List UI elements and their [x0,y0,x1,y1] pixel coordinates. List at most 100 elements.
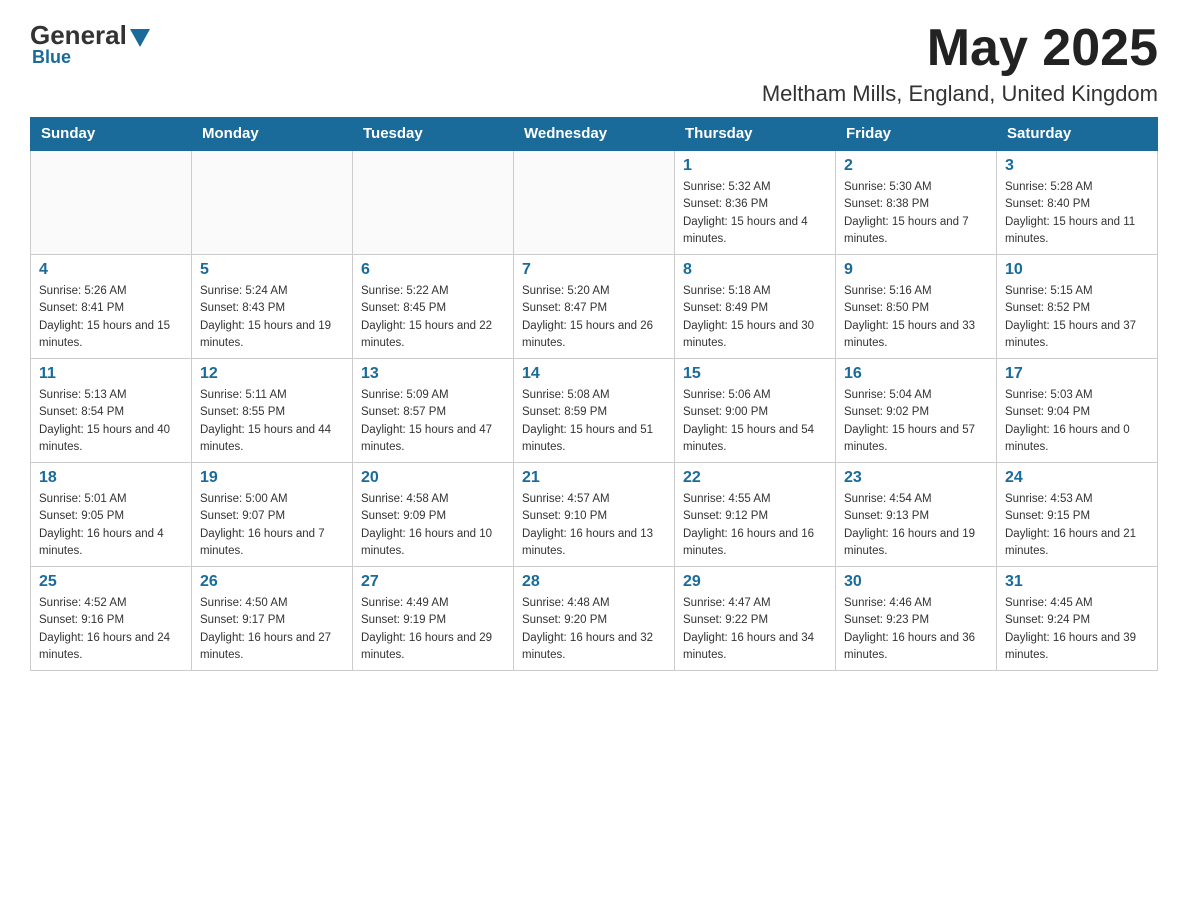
day-info: Sunrise: 4:54 AMSunset: 9:13 PMDaylight:… [844,491,988,560]
day-number: 23 [844,469,988,487]
day-number: 24 [1005,469,1149,487]
day-info: Sunrise: 4:57 AMSunset: 9:10 PMDaylight:… [522,491,666,560]
calendar-cell: 5 Sunrise: 5:24 AMSunset: 8:43 PMDaylight… [192,255,353,359]
calendar-cell: 7Sunrise: 5:20 AMSunset: 8:47 PMDaylight… [514,255,675,359]
calendar-cell: 23 Sunrise: 4:54 AMSunset: 9:13 PMDayligh… [836,463,997,567]
day-number: 20 [361,469,505,487]
calendar-cell: 31 Sunrise: 4:45 AMSunset: 9:24 PMDayligh… [997,567,1158,671]
calendar-cell: 2 Sunrise: 5:30 AMSunset: 8:38 PMDaylight… [836,151,997,255]
location-title: Meltham Mills, England, United Kingdom [762,81,1158,107]
calendar-cell: 1Sunrise: 5:32 AMSunset: 8:36 PMDaylight… [675,151,836,255]
day-info: Sunrise: 5:03 AMSunset: 9:04 PMDaylight:… [1005,387,1149,456]
day-info: Sunrise: 4:52 AMSunset: 9:16 PMDaylight:… [39,595,183,664]
calendar-cell: 27 Sunrise: 4:49 AMSunset: 9:19 PMDayligh… [353,567,514,671]
day-info: Sunrise: 4:49 AMSunset: 9:19 PMDaylight:… [361,595,505,664]
calendar-cell: 14 Sunrise: 5:08 AMSunset: 8:59 PMDayligh… [514,359,675,463]
day-info: Sunrise: 5:30 AMSunset: 8:38 PMDaylight:… [844,179,988,248]
logo-triangle-icon [130,29,150,47]
day-number: 27 [361,573,505,591]
day-info: Sunrise: 5:11 AMSunset: 8:55 PMDaylight:… [200,387,344,456]
calendar-cell: 29 Sunrise: 4:47 AMSunset: 9:22 PMDayligh… [675,567,836,671]
day-info: Sunrise: 5:20 AMSunset: 8:47 PMDaylight:… [522,283,666,352]
calendar-week-3: 11 Sunrise: 5:13 AMSunset: 8:54 PMDayligh… [31,359,1158,463]
day-info: Sunrise: 4:47 AMSunset: 9:22 PMDaylight:… [683,595,827,664]
day-info: Sunrise: 4:58 AMSunset: 9:09 PMDaylight:… [361,491,505,560]
day-number: 16 [844,365,988,383]
calendar-cell [353,151,514,255]
day-info: Sunrise: 4:50 AMSunset: 9:17 PMDaylight:… [200,595,344,664]
day-number: 4 [39,261,183,279]
day-number: 18 [39,469,183,487]
calendar-cell [31,151,192,255]
day-number: 3 [1005,157,1149,175]
day-info: Sunrise: 5:08 AMSunset: 8:59 PMDaylight:… [522,387,666,456]
calendar-cell: 12 Sunrise: 5:11 AMSunset: 8:55 PMDayligh… [192,359,353,463]
calendar-cell: 19 Sunrise: 5:00 AMSunset: 9:07 PMDayligh… [192,463,353,567]
day-info: Sunrise: 4:53 AMSunset: 9:15 PMDaylight:… [1005,491,1149,560]
day-info: Sunrise: 5:15 AMSunset: 8:52 PMDaylight:… [1005,283,1149,352]
calendar-cell: 28 Sunrise: 4:48 AMSunset: 9:20 PMDayligh… [514,567,675,671]
calendar-week-2: 4Sunrise: 5:26 AMSunset: 8:41 PMDaylight… [31,255,1158,359]
day-number: 14 [522,365,666,383]
calendar-header-friday: Friday [836,117,997,151]
calendar-week-4: 18 Sunrise: 5:01 AMSunset: 9:05 PMDayligh… [31,463,1158,567]
day-info: Sunrise: 5:16 AMSunset: 8:50 PMDaylight:… [844,283,988,352]
calendar-cell: 18 Sunrise: 5:01 AMSunset: 9:05 PMDayligh… [31,463,192,567]
calendar-cell: 24 Sunrise: 4:53 AMSunset: 9:15 PMDayligh… [997,463,1158,567]
day-info: Sunrise: 5:09 AMSunset: 8:57 PMDaylight:… [361,387,505,456]
page-header: General Blue May 2025 Meltham Mills, Eng… [30,20,1158,107]
day-number: 5 [200,261,344,279]
day-info: Sunrise: 5:00 AMSunset: 9:07 PMDaylight:… [200,491,344,560]
calendar-cell: 4Sunrise: 5:26 AMSunset: 8:41 PMDaylight… [31,255,192,359]
calendar-cell: 11 Sunrise: 5:13 AMSunset: 8:54 PMDayligh… [31,359,192,463]
day-number: 22 [683,469,827,487]
calendar-cell: 26 Sunrise: 4:50 AMSunset: 9:17 PMDayligh… [192,567,353,671]
title-section: May 2025 Meltham Mills, England, United … [762,20,1158,107]
calendar-cell: 16 Sunrise: 5:04 AMSunset: 9:02 PMDayligh… [836,359,997,463]
day-info: Sunrise: 5:13 AMSunset: 8:54 PMDaylight:… [39,387,183,456]
day-number: 12 [200,365,344,383]
day-info: Sunrise: 4:45 AMSunset: 9:24 PMDaylight:… [1005,595,1149,664]
calendar-cell: 13Sunrise: 5:09 AMSunset: 8:57 PMDayligh… [353,359,514,463]
calendar-cell: 30 Sunrise: 4:46 AMSunset: 9:23 PMDayligh… [836,567,997,671]
day-info: Sunrise: 5:01 AMSunset: 9:05 PMDaylight:… [39,491,183,560]
calendar-week-5: 25 Sunrise: 4:52 AMSunset: 9:16 PMDayligh… [31,567,1158,671]
calendar-cell: 17Sunrise: 5:03 AMSunset: 9:04 PMDayligh… [997,359,1158,463]
day-number: 25 [39,573,183,591]
day-number: 31 [1005,573,1149,591]
day-info: Sunrise: 4:55 AMSunset: 9:12 PMDaylight:… [683,491,827,560]
day-number: 19 [200,469,344,487]
day-info: Sunrise: 5:32 AMSunset: 8:36 PMDaylight:… [683,179,827,248]
day-info: Sunrise: 5:24 AMSunset: 8:43 PMDaylight:… [200,283,344,352]
calendar-cell [192,151,353,255]
day-info: Sunrise: 4:48 AMSunset: 9:20 PMDaylight:… [522,595,666,664]
calendar-header-row: SundayMondayTuesdayWednesdayThursdayFrid… [31,117,1158,151]
day-number: 30 [844,573,988,591]
calendar-table: SundayMondayTuesdayWednesdayThursdayFrid… [30,117,1158,671]
calendar-header-thursday: Thursday [675,117,836,151]
day-number: 15 [683,365,827,383]
calendar-cell: 15Sunrise: 5:06 AMSunset: 9:00 PMDayligh… [675,359,836,463]
logo: General Blue [30,20,150,68]
calendar-cell: 25 Sunrise: 4:52 AMSunset: 9:16 PMDayligh… [31,567,192,671]
calendar-header-wednesday: Wednesday [514,117,675,151]
calendar-header-monday: Monday [192,117,353,151]
day-number: 6 [361,261,505,279]
calendar-cell: 6 Sunrise: 5:22 AMSunset: 8:45 PMDaylight… [353,255,514,359]
day-info: Sunrise: 5:04 AMSunset: 9:02 PMDaylight:… [844,387,988,456]
calendar-cell: 9 Sunrise: 5:16 AMSunset: 8:50 PMDaylight… [836,255,997,359]
calendar-cell: 21 Sunrise: 4:57 AMSunset: 9:10 PMDayligh… [514,463,675,567]
day-info: Sunrise: 4:46 AMSunset: 9:23 PMDaylight:… [844,595,988,664]
day-number: 2 [844,157,988,175]
day-number: 11 [39,365,183,383]
calendar-header-tuesday: Tuesday [353,117,514,151]
day-number: 28 [522,573,666,591]
day-info: Sunrise: 5:22 AMSunset: 8:45 PMDaylight:… [361,283,505,352]
day-number: 29 [683,573,827,591]
day-number: 21 [522,469,666,487]
day-number: 10 [1005,261,1149,279]
day-number: 26 [200,573,344,591]
day-number: 9 [844,261,988,279]
calendar-cell: 22 Sunrise: 4:55 AMSunset: 9:12 PMDayligh… [675,463,836,567]
calendar-cell: 3Sunrise: 5:28 AMSunset: 8:40 PMDaylight… [997,151,1158,255]
